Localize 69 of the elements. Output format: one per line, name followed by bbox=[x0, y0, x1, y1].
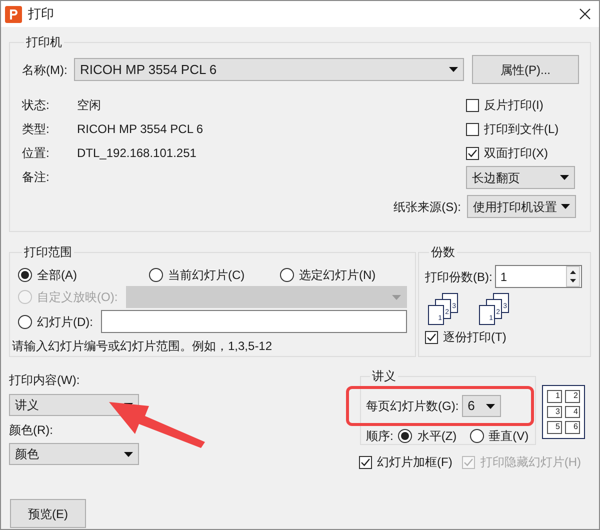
caret-icon bbox=[486, 404, 495, 408]
radio-label: 水平(Z) bbox=[417, 428, 457, 445]
hint-text: 请输入幻灯片编号或幻灯片范围。例如，1,3,5-12 bbox=[12, 338, 274, 355]
slide-number: 4 bbox=[565, 406, 580, 418]
dropdown[interactable]: 长边翻页 bbox=[466, 166, 575, 189]
radio-label: 当前幻灯片(C) bbox=[168, 267, 245, 284]
slide-number: 1 bbox=[547, 390, 562, 403]
radio-label: 垂直(V) bbox=[488, 428, 529, 445]
field-value: DTL_192.168.101.251 bbox=[77, 145, 196, 162]
checkbox-label: 打印到文件(L) bbox=[484, 121, 559, 138]
dropdown[interactable]: 使用打印机设置 bbox=[467, 195, 576, 218]
group-title: 打印机 bbox=[25, 34, 63, 51]
dropdown[interactable]: 6 bbox=[462, 395, 501, 417]
field-label: 顺序: bbox=[366, 428, 394, 445]
radio-button[interactable] bbox=[470, 429, 484, 443]
group-title: 打印范围 bbox=[23, 244, 73, 261]
field-label: 纸张来源(S): bbox=[394, 198, 461, 216]
radio-button[interactable] bbox=[149, 268, 163, 282]
field-label: 打印份数(B): bbox=[425, 268, 492, 286]
slide-number: 5 bbox=[547, 421, 562, 434]
checkbox[interactable] bbox=[466, 146, 479, 160]
group-title: 份数 bbox=[430, 244, 456, 261]
radio-label: 幻灯片(D): bbox=[37, 314, 93, 330]
field-value: 空闲 bbox=[77, 97, 101, 114]
slide-number: 2 bbox=[565, 390, 580, 403]
dropdown[interactable]: 讲义 bbox=[9, 394, 139, 416]
field-label: 颜色(R): bbox=[9, 422, 54, 439]
checkbox[interactable] bbox=[425, 330, 438, 344]
caret-icon bbox=[560, 175, 569, 180]
field-value: RICOH MP 3554 PCL 6 bbox=[77, 121, 204, 138]
checkbox[interactable] bbox=[466, 98, 479, 112]
preview-button[interactable]: 预览(E) bbox=[10, 499, 86, 528]
radio-label: 自定义放映(O): bbox=[37, 289, 118, 306]
checkbox[interactable] bbox=[466, 122, 479, 136]
dropdown[interactable]: 颜色 bbox=[9, 443, 139, 465]
dropdown[interactable]: RICOH MP 3554 PCL 6 bbox=[74, 58, 464, 81]
field-label: 状态: bbox=[22, 97, 50, 114]
radio-button[interactable] bbox=[18, 314, 32, 328]
slide-number: 6 bbox=[565, 421, 580, 434]
group-title: 讲义 bbox=[371, 368, 397, 385]
field-label: 备注: bbox=[22, 169, 50, 186]
radio-button[interactable] bbox=[280, 268, 294, 282]
caret-icon bbox=[449, 67, 458, 72]
slide-number: 3 bbox=[547, 406, 562, 418]
radio-button[interactable] bbox=[398, 429, 412, 443]
field-label: 每页幻灯片数(G): bbox=[366, 398, 459, 415]
caret-icon bbox=[124, 452, 133, 456]
field-label: 打印内容(W): bbox=[9, 372, 81, 389]
field-label: 名称(M): bbox=[22, 62, 68, 78]
app-icon bbox=[5, 6, 22, 22]
checkbox-label: 幻灯片加框(F) bbox=[377, 454, 452, 471]
field-label: 位置: bbox=[22, 145, 50, 162]
radio-label: 全部(A) bbox=[37, 267, 77, 284]
properties-button[interactable]: 属性(P)... bbox=[472, 55, 579, 84]
field-label: 类型: bbox=[22, 121, 50, 138]
checkbox-label: 打印隐藏幻灯片(H) bbox=[480, 454, 581, 471]
close-icon[interactable] bbox=[579, 8, 591, 20]
spinner-arrows-icon bbox=[566, 266, 580, 287]
spin-box[interactable]: 1 bbox=[495, 265, 582, 288]
radio-label: 选定幻灯片(N) bbox=[299, 267, 376, 284]
checkbox-label: 反片打印(I) bbox=[484, 97, 544, 114]
input-field[interactable] bbox=[101, 310, 407, 333]
checkbox-label: 双面打印(X) bbox=[484, 145, 548, 162]
caret-icon bbox=[392, 294, 401, 300]
radio-button[interactable] bbox=[18, 268, 32, 282]
caret-icon bbox=[561, 204, 570, 209]
window-title: 打印 bbox=[28, 5, 54, 24]
checkbox-label: 逐份打印(T) bbox=[443, 329, 506, 346]
checkbox[interactable] bbox=[359, 456, 372, 468]
